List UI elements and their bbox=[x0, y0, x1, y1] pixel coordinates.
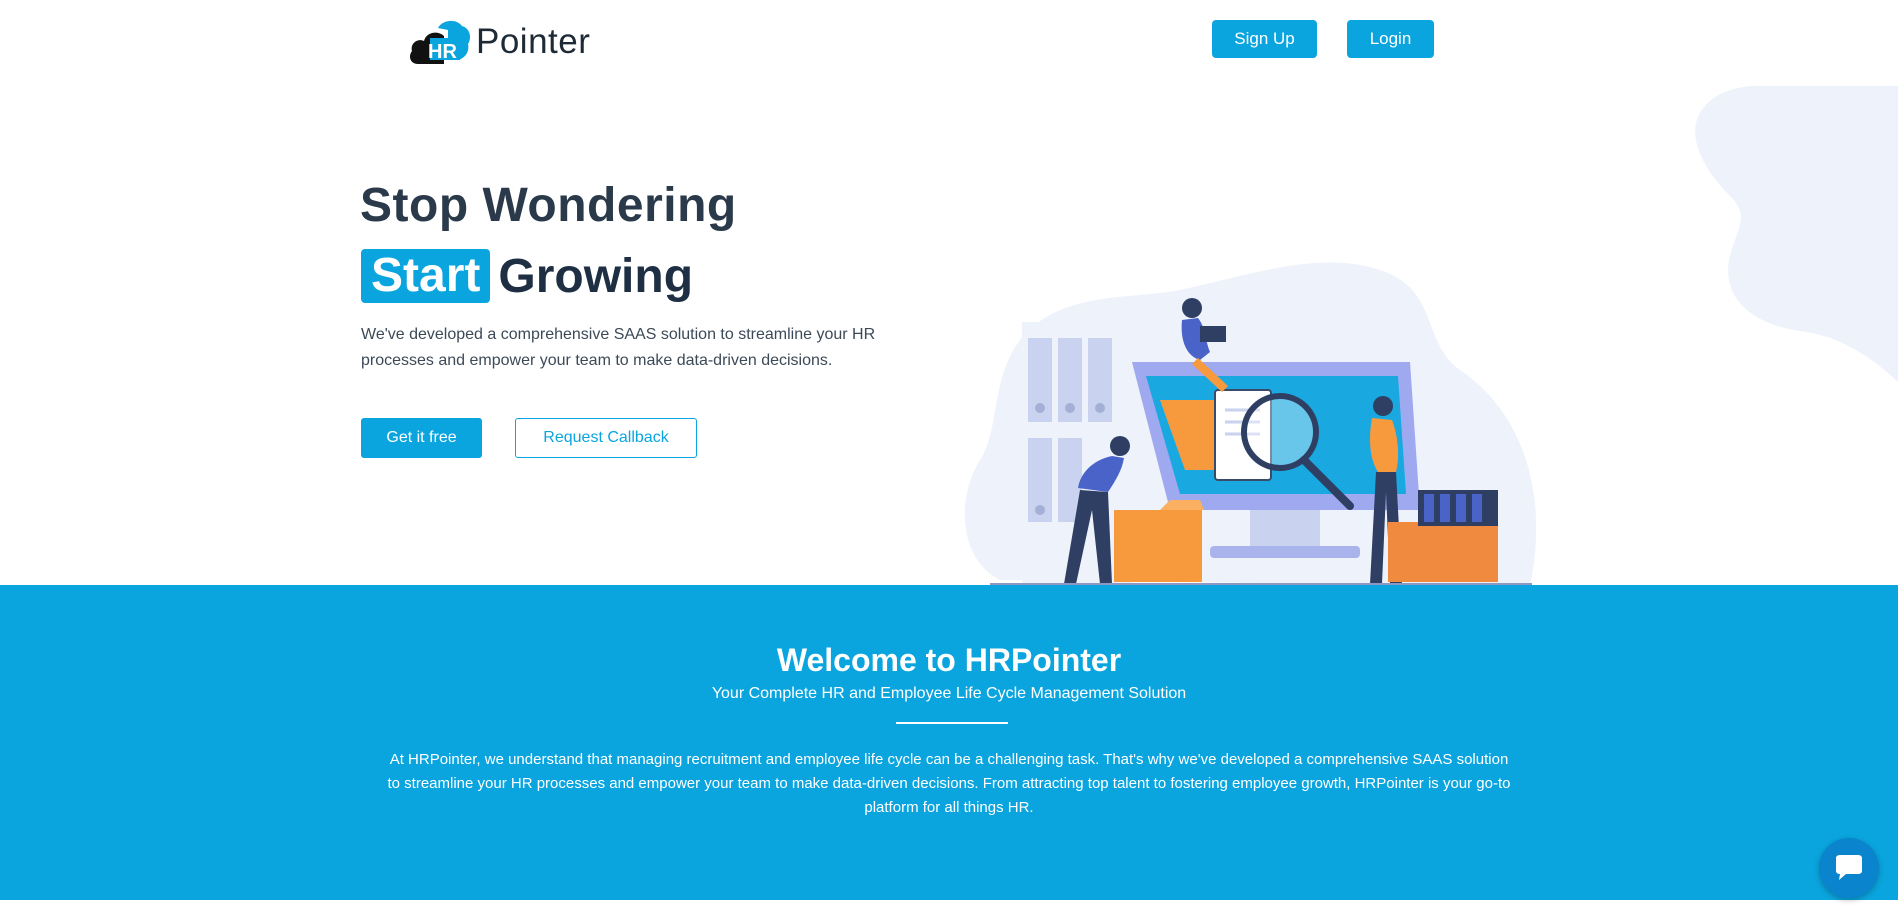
welcome-section: Welcome to HRPointer Your Complete HR an… bbox=[0, 585, 1898, 900]
hero-illustration bbox=[964, 262, 1537, 586]
svg-text:HR: HR bbox=[428, 41, 457, 63]
hero-title-rest: Growing bbox=[498, 249, 694, 303]
hero-title-line2: Start Growing bbox=[361, 249, 693, 303]
welcome-divider bbox=[896, 722, 1008, 724]
hero-title-line1: Stop Wondering bbox=[360, 179, 737, 232]
get-it-free-button[interactable]: Get it free bbox=[361, 418, 482, 458]
hero-title-highlight: Start bbox=[361, 249, 491, 303]
chat-widget-button[interactable] bbox=[1819, 838, 1879, 898]
signup-button[interactable]: Sign Up bbox=[1212, 20, 1317, 58]
request-callback-button[interactable]: Request Callback bbox=[515, 418, 697, 458]
welcome-body: At HRPointer, we understand that managin… bbox=[387, 751, 1511, 816]
welcome-title: Welcome to HRPointer bbox=[776, 642, 1122, 678]
logo-wordmark: Pointer bbox=[476, 22, 591, 61]
site-header: HR Pointer Sign Up Login bbox=[0, 0, 1898, 86]
background-blob-right bbox=[1695, 86, 1898, 382]
hero-description: We've developed a comprehensive SAAS sol… bbox=[361, 326, 876, 369]
hr-cloud-logo-icon: HR bbox=[410, 20, 470, 64]
chat-icon bbox=[1836, 855, 1862, 880]
login-button[interactable]: Login bbox=[1347, 20, 1434, 58]
welcome-subtitle: Your Complete HR and Employee Life Cycle… bbox=[711, 685, 1187, 702]
hrpointer-logo[interactable]: HR Pointer bbox=[408, 18, 590, 68]
